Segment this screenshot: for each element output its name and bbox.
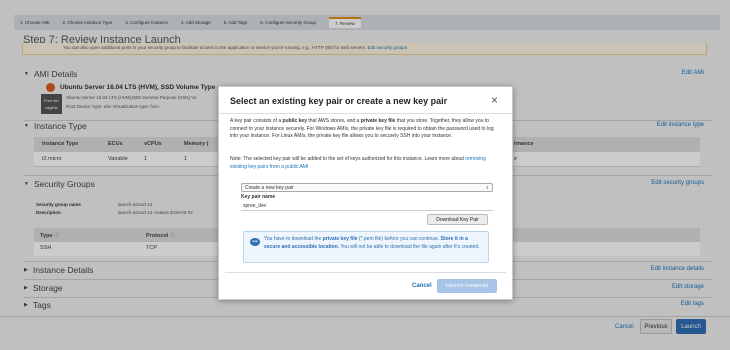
text-bold: private key file [322,236,358,242]
dialog-cancel-button[interactable]: Cancel [412,283,432,289]
text: A key pair consists of a [230,118,283,124]
select-value: Create a new key pair [245,185,294,191]
key-pair-select[interactable]: Create a new key pair ⇕ [241,183,493,192]
key-pair-dialog: Select an existing key pair or create a … [218,86,513,300]
text-bold: public key [282,118,307,124]
info-chat-icon: ••• [250,238,260,246]
text: You have to download the [264,236,323,242]
launch-instances-button[interactable]: Launch Instances [437,279,497,293]
dialog-title: Select an existing key pair or create a … [230,96,448,106]
text: (*.pem file) before you can continue. [357,236,441,242]
text: Note: The selected key pair will be adde… [230,156,466,162]
close-icon[interactable]: × [491,93,498,107]
key-pair-name-label: Key pair name [241,194,276,200]
text: You will not be able to download the fil… [339,243,480,250]
key-pair-note: Note: The selected key pair will be adde… [230,156,502,171]
download-key-pair-button[interactable]: Download Key Pair [427,214,488,225]
select-arrows-icon: ⇕ [485,185,489,190]
download-info-box: ••• You have to download the private key… [243,231,489,263]
info-message: You have to download the private key fil… [264,236,482,251]
text-bold: private key file [360,118,396,124]
dialog-footer-divider [225,272,506,273]
key-pair-name-input[interactable]: spree_dev [241,202,493,211]
dialog-divider [219,113,512,114]
text: that AWS stores, and a [306,118,361,124]
key-pair-explanation: A key pair consists of a public key that… [230,118,502,141]
